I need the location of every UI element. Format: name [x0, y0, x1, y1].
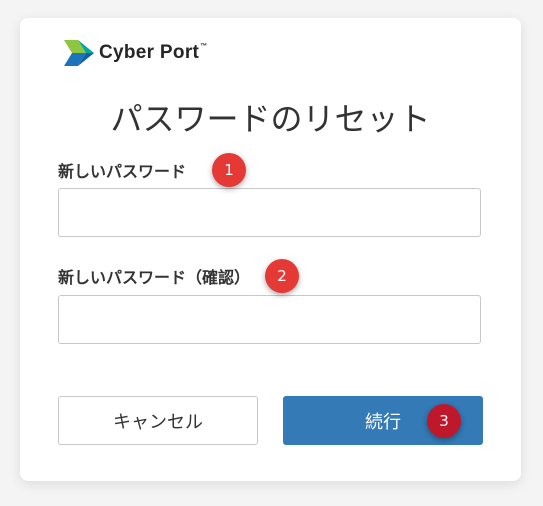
step-marker-2: 2	[265, 259, 299, 293]
confirm-password-label: 新しいパスワード（確認）	[58, 268, 251, 287]
new-password-field[interactable]	[58, 188, 481, 237]
cyberport-logo: Cyber Port™	[64, 40, 207, 66]
confirm-password-field[interactable]	[58, 295, 481, 344]
logo-trademark: ™	[200, 43, 208, 50]
cyberport-logo-icon	[64, 40, 94, 66]
step-marker-3: 3	[427, 404, 461, 438]
step-marker-1: 1	[212, 153, 246, 187]
page-title: パスワードのリセット	[110, 100, 431, 138]
new-password-label: 新しいパスワード	[58, 162, 187, 181]
cancel-button[interactable]: キャンセル	[58, 396, 258, 445]
logo-wordmark: Cyber Port	[99, 42, 200, 63]
